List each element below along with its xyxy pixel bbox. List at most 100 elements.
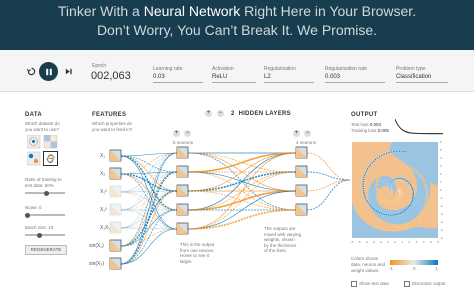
data-point — [364, 197, 367, 200]
weight-link[interactable] — [120, 171, 178, 265]
data-point — [382, 212, 385, 216]
weight-link[interactable] — [120, 152, 178, 211]
data-point — [418, 173, 421, 176]
data-point — [364, 195, 367, 198]
weights-note: The outputs are mixed with varying weights… — [264, 226, 302, 253]
data-point — [387, 151, 390, 154]
network-graph: -6 -6 -5 -5 -4 -4 -3 -3 -2 -2 -1 -1 0 0 1 1 2 2 3 3 4 4 5 5 6 6 — [109, 140, 443, 270]
y-axis-tick: -4 — [440, 220, 443, 224]
x-axis-tick: 0 — [394, 240, 396, 244]
weight-link[interactable] — [120, 155, 178, 211]
x-axis-tick: -6 — [351, 240, 354, 244]
weight-link[interactable] — [306, 179, 351, 211]
hidden-neuron-layer2[interactable] — [295, 165, 308, 178]
hidden-neuron-layer1[interactable] — [176, 222, 189, 235]
data-point — [425, 192, 428, 195]
data-point — [424, 184, 427, 187]
color-scale-tick-min: -1 — [389, 266, 394, 271]
hidden-neuron-layer2[interactable] — [295, 146, 308, 159]
data-point — [385, 152, 388, 155]
data-point — [411, 220, 414, 223]
data-point — [367, 165, 371, 168]
hidden-neuron-layer1[interactable] — [176, 184, 189, 197]
data-point — [398, 150, 401, 153]
data-point — [415, 170, 418, 173]
hidden-neuron-layer1[interactable] — [176, 146, 189, 159]
data-point — [362, 189, 365, 192]
weight-link[interactable] — [120, 155, 178, 230]
weight-link[interactable] — [120, 209, 178, 265]
data-point — [407, 165, 410, 168]
show-test-data-checkbox[interactable] — [351, 281, 357, 287]
data-point — [407, 223, 410, 226]
y-axis-tick: 0 — [440, 188, 442, 192]
input-feature-node[interactable] — [109, 167, 122, 180]
data-point — [362, 178, 365, 181]
y-axis-tick: 3 — [440, 164, 442, 168]
data-point — [424, 201, 427, 204]
input-feature-node[interactable] — [109, 239, 122, 252]
data-point — [385, 213, 388, 216]
output-title: OUTPUT — [351, 112, 378, 118]
data-point — [403, 150, 406, 153]
data-point — [397, 226, 400, 230]
data-point — [370, 161, 374, 165]
data-point — [409, 166, 412, 169]
hidden-neuron-layer1[interactable] — [176, 203, 189, 216]
weight-link[interactable] — [306, 179, 351, 192]
show-test-data-label: Show test data — [359, 281, 389, 286]
y-axis-tick: -6 — [440, 236, 443, 240]
color-legend-text: Colors shows data, neuron and weight value… — [351, 256, 386, 273]
weight-link[interactable] — [120, 152, 178, 247]
x-axis-tick: 5 — [430, 240, 432, 244]
data-point — [394, 227, 398, 230]
data-point — [389, 214, 392, 217]
hidden-neuron-layer2[interactable] — [295, 184, 308, 197]
x-axis-tick: 2 — [408, 240, 410, 244]
x-axis-tick: 3 — [416, 240, 418, 244]
data-point — [404, 224, 408, 227]
discretize-output-checkbox[interactable] — [404, 281, 410, 287]
input-feature-node[interactable] — [109, 221, 122, 234]
weight-link[interactable] — [120, 228, 178, 265]
data-point — [376, 157, 379, 160]
weight-link[interactable] — [120, 155, 178, 192]
input-feature-node[interactable] — [109, 149, 122, 162]
data-point — [412, 168, 415, 171]
weight-link[interactable] — [120, 190, 178, 265]
data-point — [393, 164, 396, 167]
input-feature-node[interactable] — [109, 185, 122, 198]
data-point — [365, 169, 368, 172]
weight-link[interactable] — [187, 152, 297, 211]
x-axis-tick: 1 — [401, 240, 403, 244]
data-point — [400, 163, 403, 167]
y-axis-tick: -5 — [440, 228, 443, 232]
data-point — [425, 188, 428, 191]
training-loss: Training loss 0.005 — [351, 128, 389, 133]
data-point — [395, 150, 398, 153]
data-point — [425, 199, 428, 202]
data-point — [422, 208, 425, 211]
data-point — [387, 213, 390, 217]
data-point — [390, 214, 394, 217]
data-point — [386, 227, 390, 230]
data-point — [395, 164, 398, 167]
data-point — [424, 203, 427, 206]
weight-link[interactable] — [187, 171, 297, 230]
input-feature-node[interactable] — [109, 203, 122, 216]
data-point — [366, 201, 369, 204]
hidden-neuron-layer2[interactable] — [295, 203, 308, 216]
y-axis-tick: 1 — [440, 180, 442, 184]
data-point — [419, 174, 422, 177]
data-point — [383, 213, 386, 216]
loss-curve — [395, 118, 443, 135]
data-point — [369, 163, 372, 166]
y-axis-tick: 5 — [440, 148, 442, 152]
data-point — [394, 213, 397, 216]
hidden-neuron-layer1[interactable] — [176, 165, 189, 178]
data-point — [378, 211, 381, 214]
input-feature-node[interactable] — [109, 257, 122, 270]
x-axis-tick: -4 — [365, 240, 368, 244]
data-point — [409, 222, 412, 225]
data-point — [421, 210, 424, 213]
